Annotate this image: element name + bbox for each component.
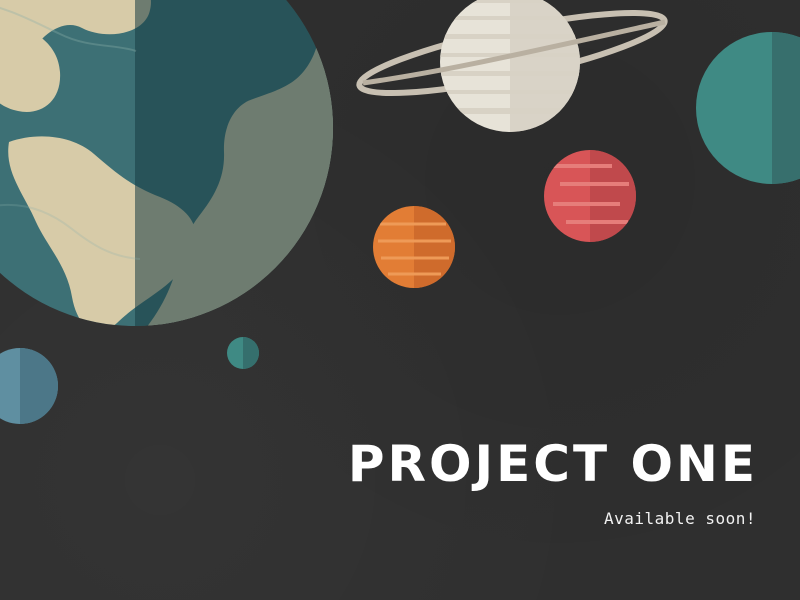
ringed-planet-icon xyxy=(356,0,668,132)
blue-planet-icon xyxy=(0,348,58,424)
small-teal-moon-icon xyxy=(227,337,259,369)
poster-canvas: PROJECT ONE Available soon! xyxy=(0,0,800,600)
orange-planet-icon xyxy=(373,206,455,288)
earth-planet-icon xyxy=(0,0,333,326)
red-planet-icon xyxy=(544,150,636,242)
page-title: PROJECT ONE xyxy=(347,435,758,493)
teal-planet-icon xyxy=(696,32,800,184)
availability-text: Available soon! xyxy=(604,509,756,528)
